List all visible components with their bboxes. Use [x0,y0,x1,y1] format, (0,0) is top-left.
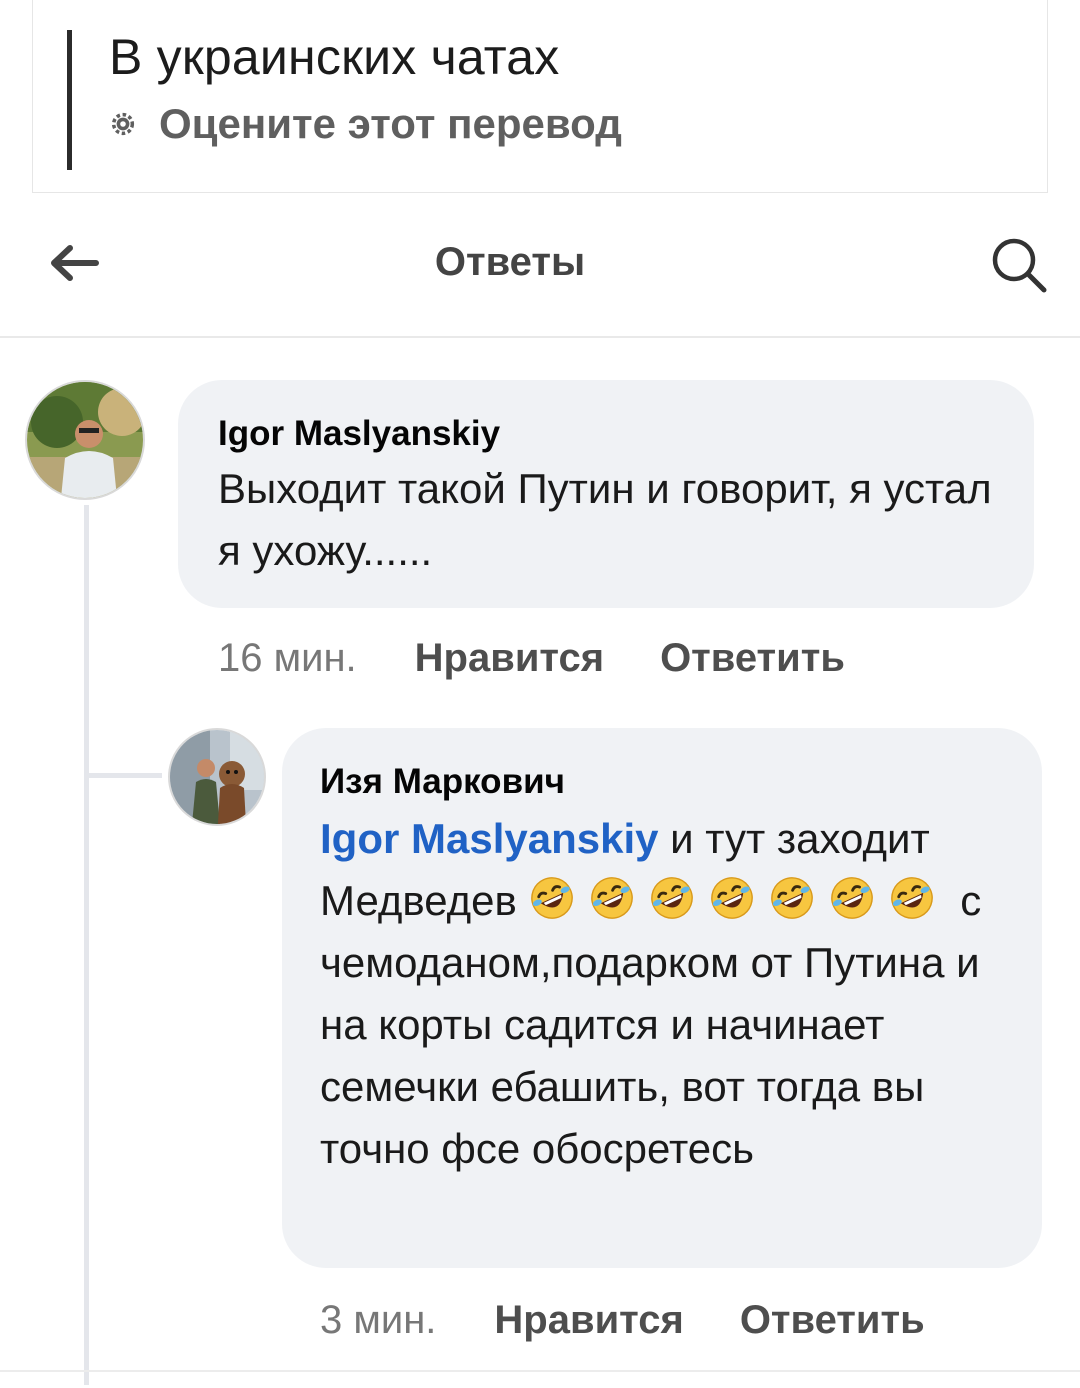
rate-translation-label: Оцените этот перевод [159,100,622,147]
gear-icon [111,112,135,136]
laughing-emoji-icon [590,877,633,919]
translated-post-card: В украинских чатах Оцените этот перевод [32,0,1048,193]
quote-bar [67,30,72,170]
avatar[interactable] [25,380,145,500]
reply-bubble: Изя Маркович Igor Maslyanskiy и тут захо… [282,728,1042,1268]
comment-actions: 3 мин. Нравится Ответить [320,1298,981,1343]
replies-header: Ответы [0,194,1080,338]
like-button[interactable]: Нравится [415,636,604,681]
reply-connector [88,773,162,778]
comment-text: Igor Maslyanskiy и тут заходит Медведев … [320,808,1020,1180]
laughing-emoji-icon [650,877,693,919]
reply-button[interactable]: Ответить [660,636,845,681]
comment-actions: 16 мин. Нравится Ответить [218,636,901,681]
replies-screen: В украинских чатах Оцените этот перевод … [0,0,1080,1388]
comment-timestamp[interactable]: 3 мин. [320,1298,436,1343]
page-title: Ответы [434,240,586,284]
laughing-emoji-icon [830,877,873,919]
comment-text: Выходит такой Путин и говорит, я устал я… [218,465,992,574]
post-text: В украинских чатах [109,29,560,85]
comment-author[interactable]: Igor Maslyanskiy [218,414,500,454]
search-icon[interactable] [986,234,1052,296]
avatar[interactable] [168,728,266,826]
laughing-emoji-icon [890,877,933,919]
reply-button[interactable]: Ответить [740,1298,925,1343]
comment-timestamp[interactable]: 16 мин. [218,636,357,681]
divider [0,1370,1080,1372]
laughing-emoji-icon [530,877,573,919]
rate-translation-link[interactable]: Оцените этот перевод [109,100,622,148]
laughing-emoji-icon [710,877,753,919]
like-button[interactable]: Нравится [494,1298,683,1343]
mention-link[interactable]: Igor Maslyanskiy [320,815,658,862]
emoji-group [529,877,949,924]
comment-bubble: Igor Maslyanskiy Выходит такой Путин и г… [178,380,1034,608]
thread-line [84,505,89,1385]
laughing-emoji-icon [770,877,813,919]
comment-author[interactable]: Изя Маркович [320,762,565,802]
